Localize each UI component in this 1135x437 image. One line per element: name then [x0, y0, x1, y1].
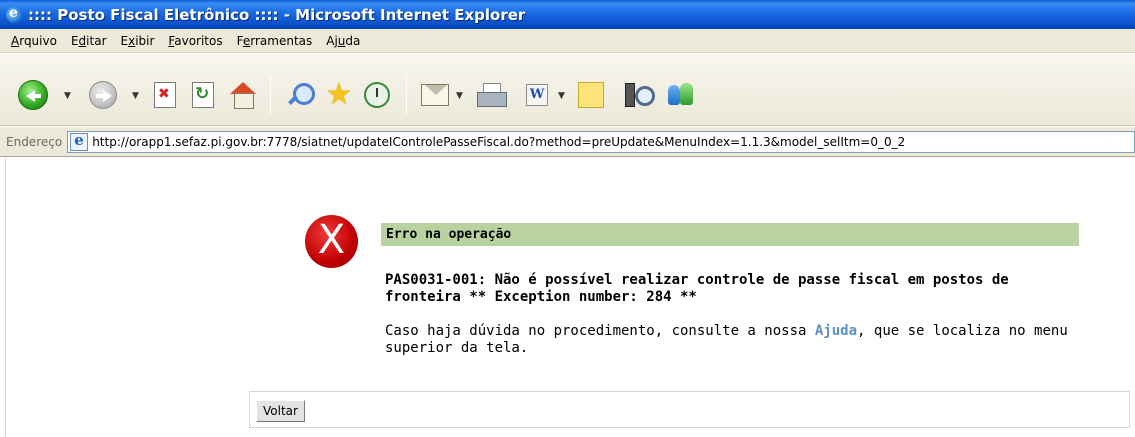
home-button[interactable]	[226, 78, 260, 112]
menu-bar: Arquivo Editar Exibir Favoritos Ferramen…	[0, 29, 1135, 53]
mail-button[interactable]	[418, 78, 452, 112]
stop-icon	[154, 82, 176, 108]
toolbar-separator	[406, 76, 407, 114]
forward-dropdown-icon[interactable]: ▼	[132, 91, 139, 101]
forward-icon	[89, 81, 117, 109]
address-url[interactable]: http://orapp1.sefaz.pi.gov.br:7778/siatn…	[92, 135, 905, 149]
note-icon	[578, 82, 604, 108]
back-icon	[18, 80, 48, 110]
content-border	[0, 158, 6, 437]
mail-dropdown-icon[interactable]: ▼	[456, 91, 463, 101]
address-bar: Endereço http://orapp1.sefaz.pi.gov.br:7…	[0, 127, 1135, 157]
help-text-line: Caso haja dúvida no procedimento, consul…	[385, 323, 1068, 339]
address-input[interactable]: http://orapp1.sefaz.pi.gov.br:7778/siatn…	[67, 130, 1135, 153]
menu-editar[interactable]: Editar	[64, 31, 114, 51]
edit-word-button[interactable]: W	[520, 78, 554, 112]
page-icon	[70, 132, 89, 151]
menu-favoritos[interactable]: Favoritos	[161, 31, 229, 51]
search-icon	[285, 81, 315, 109]
button-row: Voltar	[249, 391, 1130, 428]
error-message: PAS0031-001: Não é possível realizar con…	[385, 272, 1085, 306]
refresh-button[interactable]	[186, 78, 220, 112]
stop-button[interactable]	[148, 78, 182, 112]
menu-exibir[interactable]: Exibir	[114, 31, 162, 51]
help-text: Caso haja dúvida no procedimento, consul…	[385, 323, 1085, 357]
menu-ferramentas[interactable]: Ferramentas	[230, 31, 320, 51]
window-title: :::: Posto Fiscal Eletrônico :::: - Micr…	[28, 5, 526, 24]
print-icon	[476, 83, 507, 107]
error-header: Erro na operação	[381, 223, 1079, 246]
search-button[interactable]	[282, 78, 316, 112]
forward-button[interactable]	[86, 78, 120, 112]
voltar-button[interactable]: Voltar	[256, 400, 305, 422]
history-icon	[364, 82, 390, 108]
toolbar-separator	[270, 76, 271, 114]
refresh-icon	[192, 82, 214, 108]
favorites-icon: ★	[325, 77, 353, 112]
help-link[interactable]: Ajuda	[815, 323, 857, 339]
back-dropdown-icon[interactable]: ▼	[64, 91, 71, 101]
discuss-button[interactable]	[574, 78, 608, 112]
help-text-line: superior da tela.	[385, 340, 529, 356]
home-icon	[229, 81, 257, 109]
internet-explorer-icon	[6, 5, 22, 23]
messenger-icon	[666, 81, 696, 109]
print-button[interactable]	[474, 78, 508, 112]
messenger-button[interactable]	[664, 78, 698, 112]
word-icon: W	[526, 84, 548, 106]
favorites-button[interactable]: ★	[322, 78, 356, 112]
research-button[interactable]	[620, 78, 655, 112]
window-title-bar[interactable]: :::: Posto Fiscal Eletrônico :::: - Micr…	[0, 0, 1135, 29]
research-icon	[623, 81, 655, 109]
mail-icon	[421, 84, 449, 106]
standard-toolbar: ▼ ▼ ★ ▼ W ▼	[0, 54, 1135, 126]
error-message-line: PAS0031-001: Não é possível realizar con…	[385, 272, 1009, 288]
error-icon: X	[305, 215, 358, 268]
page-content: X Erro na operação PAS0031-001: Não é po…	[0, 158, 1135, 437]
address-label: Endereço	[6, 134, 63, 149]
back-button[interactable]	[16, 78, 50, 112]
error-message-line: fronteira ** Exception number: 284 **	[385, 289, 697, 305]
history-button[interactable]	[360, 78, 394, 112]
menu-ajuda[interactable]: Ajuda	[319, 31, 367, 51]
menu-arquivo[interactable]: Arquivo	[4, 31, 64, 51]
edit-dropdown-icon[interactable]: ▼	[558, 91, 565, 101]
